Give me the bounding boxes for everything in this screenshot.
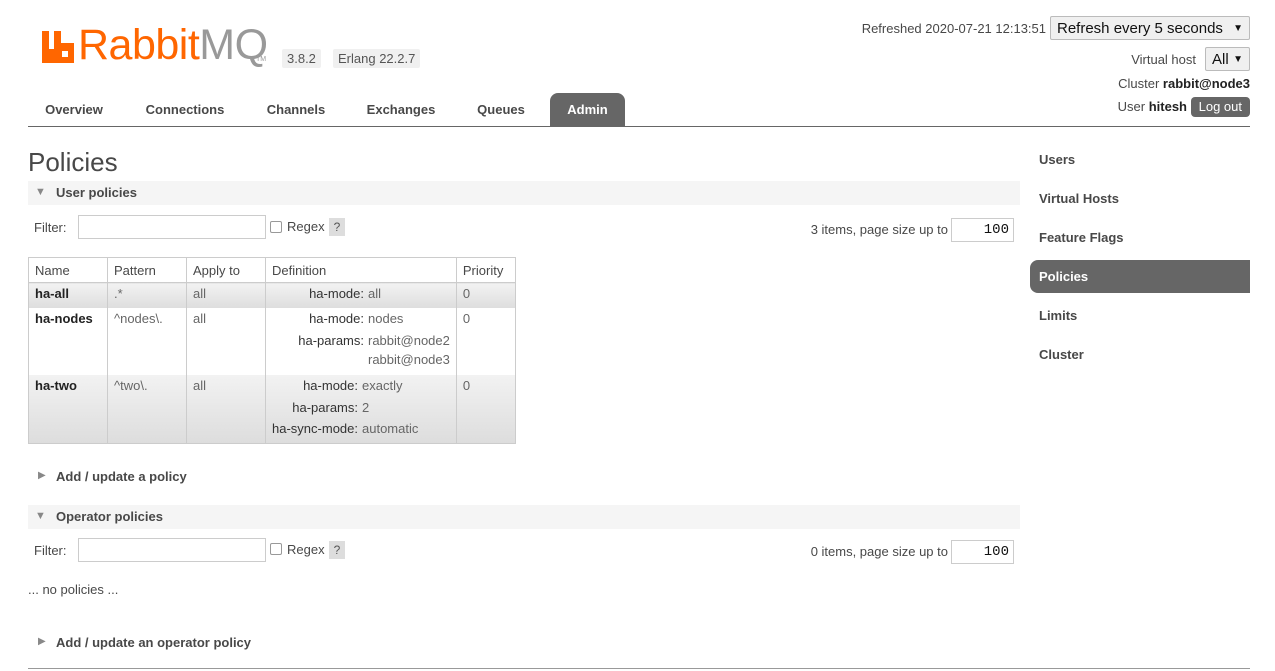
regex-label: Regex bbox=[287, 542, 325, 557]
regex-label: Regex bbox=[287, 219, 325, 234]
dropdown-arrow-icon: ▼ bbox=[1233, 23, 1243, 34]
operator-policies-header[interactable]: ▼ Operator policies bbox=[28, 505, 1020, 529]
operator-policies-filter-input[interactable] bbox=[78, 538, 266, 562]
sidebar-item-feature-flags[interactable]: Feature Flags bbox=[1030, 221, 1250, 254]
tab-connections[interactable]: Connections bbox=[128, 93, 242, 126]
dropdown-arrow-icon: ▼ bbox=[1233, 54, 1243, 65]
policy-name-link[interactable]: ha-two bbox=[28, 374, 108, 444]
add-policy-label: Add / update a policy bbox=[56, 469, 187, 484]
policy-apply-to: all bbox=[186, 282, 266, 308]
column-header-pattern[interactable]: Pattern bbox=[107, 257, 187, 283]
operator-policies-count: 0 items, page size up to bbox=[810, 544, 948, 559]
user-policies-count: 3 items, page size up to bbox=[810, 222, 948, 237]
definition-value: rabbit@node3 bbox=[368, 351, 450, 367]
definition-value: exactly bbox=[362, 377, 403, 393]
collapse-triangle-icon: ▼ bbox=[35, 510, 46, 522]
user-policies-filter-input[interactable] bbox=[78, 215, 266, 239]
user-label: User bbox=[1117, 99, 1146, 114]
policy-name-link[interactable]: ha-nodes bbox=[28, 307, 108, 375]
definition-key: ha-sync-mode: bbox=[272, 420, 358, 436]
policy-pattern: ^nodes\. bbox=[107, 307, 187, 375]
column-header-priority[interactable]: Priority bbox=[455, 257, 517, 283]
policies-table: Name Pattern Apply to Definition Priorit… bbox=[28, 257, 517, 444]
policy-priority: 0 bbox=[455, 307, 517, 375]
user-name: hitesh bbox=[1148, 99, 1187, 114]
tab-exchanges[interactable]: Exchanges bbox=[350, 93, 452, 126]
column-header-apply-to[interactable]: Apply to bbox=[186, 257, 266, 283]
expand-triangle-icon: ▶ bbox=[38, 636, 46, 647]
definition-value: all bbox=[368, 286, 382, 301]
policy-apply-to: all bbox=[186, 374, 266, 444]
definition-key: ha-params: bbox=[298, 332, 364, 348]
add-operator-policy-toggle[interactable]: ▶ Add / update an operator policy bbox=[28, 635, 328, 653]
user-policies-page-size-input[interactable]: 100 bbox=[951, 218, 1014, 242]
regex-help-button[interactable]: ? bbox=[329, 218, 345, 236]
table-header-row: Name Pattern Apply to Definition Priorit… bbox=[28, 257, 517, 283]
definition-value: rabbit@node2 bbox=[368, 332, 450, 348]
collapse-triangle-icon: ▼ bbox=[35, 186, 46, 198]
policy-apply-to: all bbox=[186, 307, 266, 375]
tab-queues[interactable]: Queues bbox=[460, 93, 542, 126]
user-info: User hitesh bbox=[1118, 99, 1187, 114]
cluster-info: Cluster rabbit@node3 bbox=[1118, 76, 1250, 91]
policy-definition: ha-mode: exactly ha-params: 2 ha-sync-mode… bbox=[265, 374, 457, 444]
regex-help-button[interactable]: ? bbox=[329, 541, 345, 559]
cluster-name: rabbit@node3 bbox=[1162, 76, 1250, 91]
virtual-host-select[interactable]: All ▼ bbox=[1205, 47, 1250, 71]
add-operator-policy-label: Add / update an operator policy bbox=[56, 635, 252, 650]
user-policies-regex-checkbox[interactable] bbox=[270, 221, 282, 233]
definition-key: ha-mode: bbox=[303, 377, 358, 393]
tab-overview[interactable]: Overview bbox=[28, 93, 120, 126]
logo-trademark: TM bbox=[256, 56, 267, 63]
sidebar-item-limits[interactable]: Limits bbox=[1030, 299, 1250, 332]
user-policies-title: User policies bbox=[56, 185, 137, 200]
sidebar-item-cluster[interactable]: Cluster bbox=[1030, 338, 1250, 371]
rabbit-logo-icon bbox=[42, 31, 74, 63]
erlang-badge: Erlang 22.2.7 bbox=[333, 49, 421, 68]
policy-definition: ha-mode: nodes ha-params: rabbit@node2 rab… bbox=[265, 307, 457, 375]
operator-policies-title: Operator policies bbox=[56, 509, 163, 524]
filter-label: Filter: bbox=[34, 220, 67, 235]
definition-key: ha-params: bbox=[292, 399, 358, 415]
policy-priority: 0 bbox=[455, 282, 517, 308]
page-title: Policies bbox=[28, 147, 118, 177]
definition-key: ha-mode: bbox=[309, 286, 364, 301]
expand-triangle-icon: ▶ bbox=[38, 470, 46, 481]
user-policies-header[interactable]: ▼ User policies bbox=[28, 181, 1020, 205]
policy-pattern: .* bbox=[107, 282, 187, 308]
tab-bar-rule bbox=[28, 126, 1250, 127]
sidebar-item-policies[interactable]: Policies bbox=[1030, 260, 1250, 293]
version-badge: 3.8.2 bbox=[282, 49, 321, 68]
refreshed-timestamp: Refreshed 2020-07-21 12:13:51 bbox=[861, 21, 1046, 36]
policy-name-link[interactable]: ha-all bbox=[28, 282, 108, 308]
filter-label: Filter: bbox=[34, 543, 67, 558]
definition-key: ha-mode: bbox=[309, 310, 364, 326]
policy-definition: ha-mode: all bbox=[265, 282, 457, 308]
add-policy-toggle[interactable]: ▶ Add / update a policy bbox=[28, 469, 278, 487]
empty-state-text: ... no policies ... bbox=[28, 582, 119, 597]
cluster-label: Cluster bbox=[1118, 76, 1160, 91]
operator-policies-regex-checkbox[interactable] bbox=[270, 543, 282, 555]
virtual-host-label: Virtual host bbox=[1131, 52, 1196, 67]
table-row[interactable]: ha-all .* all ha-mode: all 0 bbox=[28, 282, 517, 308]
policy-pattern: ^two\. bbox=[107, 374, 187, 444]
tab-admin[interactable]: Admin bbox=[550, 93, 625, 126]
refresh-interval-select[interactable]: Refresh every 5 seconds ▼ bbox=[1050, 16, 1250, 40]
column-header-name[interactable]: Name bbox=[28, 257, 108, 283]
column-header-definition[interactable]: Definition bbox=[265, 257, 457, 283]
definition-value: nodes bbox=[368, 310, 404, 326]
footer-rule bbox=[28, 668, 1250, 669]
policy-priority: 0 bbox=[455, 374, 517, 444]
definition-key bbox=[272, 350, 368, 369]
logout-button[interactable]: Log out bbox=[1190, 97, 1250, 117]
sidebar-item-users[interactable]: Users bbox=[1030, 143, 1250, 176]
table-row[interactable]: ha-two ^two\. all ha-mode: exactly ha-par… bbox=[28, 374, 517, 444]
logo-wordmark: RabbitMQ bbox=[78, 21, 268, 69]
tab-channels[interactable]: Channels bbox=[250, 93, 342, 126]
definition-value: automatic bbox=[362, 420, 419, 436]
operator-policies-page-size-input[interactable]: 100 bbox=[951, 540, 1014, 564]
definition-value: 2 bbox=[362, 399, 370, 415]
sidebar-item-virtual-hosts[interactable]: Virtual Hosts bbox=[1030, 182, 1250, 215]
table-row[interactable]: ha-nodes ^nodes\. all ha-mode: nodes ha-p… bbox=[28, 307, 517, 375]
